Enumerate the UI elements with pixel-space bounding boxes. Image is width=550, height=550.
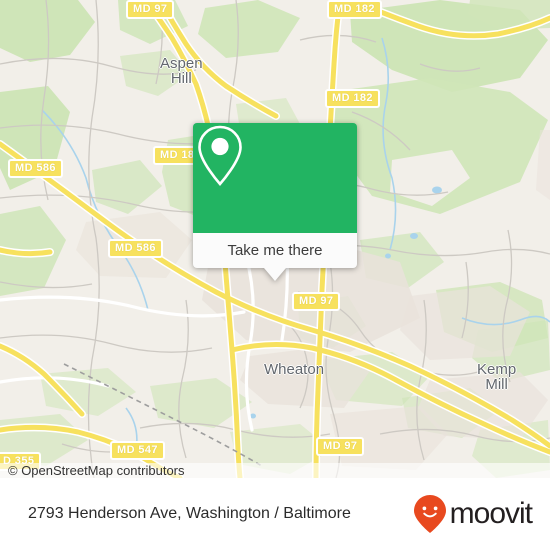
place-label-line: Mill: [485, 376, 508, 393]
place-label-line: Kemp: [477, 361, 517, 378]
place-label-line: Hill: [170, 70, 192, 87]
location-popup[interactable]: Take me there: [193, 123, 357, 281]
moovit-wordmark: moovit: [449, 497, 533, 530]
address-label: 2793 Henderson Ave, Washington / Baltimo…: [28, 505, 351, 522]
map-pin-icon: [198, 125, 242, 186]
road-shield: MD 97: [316, 437, 365, 456]
road-shield: MD 97: [126, 0, 175, 19]
road-shield: MD 182: [327, 0, 382, 19]
moovit-logo[interactable]: moovit: [413, 494, 533, 534]
map-canvas[interactable]: MD 97 MD 182 MD 182 MD 586 MD 18 MD 586 …: [0, 0, 550, 478]
road-shield: MD 586: [108, 239, 163, 258]
take-me-there-label: Take me there: [227, 242, 323, 259]
place-label-kemp-mill: Kemp Mill: [477, 362, 516, 392]
osm-attribution[interactable]: © OpenStreetMap contributors: [8, 463, 185, 478]
place-label-wheaton: Wheaton: [264, 362, 324, 377]
road-shield: MD 586: [8, 159, 63, 178]
popup-tail: [264, 268, 286, 281]
moovit-smiley-pin-icon: [413, 495, 446, 533]
popup-pin-panel: [193, 123, 357, 233]
take-me-there-button[interactable]: Take me there: [193, 233, 357, 268]
road-shield: MD 182: [325, 89, 380, 108]
road-shield: MD 97: [292, 292, 341, 311]
road-shield: MD 547: [110, 441, 165, 460]
place-label-line: Aspen: [160, 55, 203, 72]
place-label-aspen-hill: Aspen Hill: [160, 56, 203, 86]
screenshot-root: MD 97 MD 182 MD 182 MD 586 MD 18 MD 586 …: [0, 0, 550, 550]
place-label-line: Wheaton: [264, 361, 325, 378]
footer-bar: 2793 Henderson Ave, Washington / Baltimo…: [0, 478, 550, 550]
